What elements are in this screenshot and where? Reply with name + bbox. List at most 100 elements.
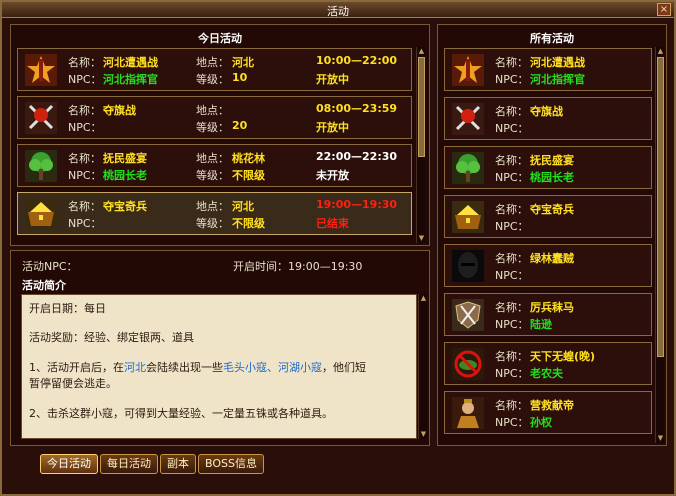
activity-name: 绿林蠢贼 [530,252,574,265]
desc-line-rule-2: 2、击杀这群小寇，可得到大量经验、一定量五铢或各种道具。 [29,407,333,420]
name-label: 名称： [495,56,528,69]
desc-line-rule-1b: 暂停留便会逃走。 [29,377,117,390]
desc-scrollbar[interactable]: ▲ ▼ [418,294,427,439]
place-label: 地点： [196,56,229,69]
scroll-up-icon[interactable]: ▲ [657,48,664,55]
all-activity-card[interactable]: 名称： 夺旗战 NPC： [444,97,652,140]
activity-name: 夺宝奇兵 [530,203,574,216]
all-activity-card[interactable]: 名称： 河北遭遇战 NPC： 河北指挥官 [444,48,652,91]
all-activity-card[interactable]: 名称： 营救献帝 NPC： 孙权 [444,391,652,434]
name-label: 名称： [495,399,528,412]
crossed-swords-icon [24,101,58,135]
npc-label: NPC： [495,73,529,86]
activity-time: 19:00—19:30 [316,198,398,211]
tree-icon [24,149,58,183]
activity-npc: 桃园长老 [103,169,147,182]
close-button[interactable]: × [657,3,671,16]
today-activity-card[interactable]: 名称： 河北遭遇战 NPC： 河北指挥官 地点： 河北 等级： 10 10:00—22:00 开放… [17,48,412,91]
npc-label: NPC： [68,73,102,86]
npc-label: NPC： [495,269,529,282]
today-scrollbar[interactable]: ▲ ▼ [416,47,425,243]
place-label: 地点： [196,152,229,165]
desc-text: 会陆续出现一些 [146,361,223,374]
activity-npc: 老农夫 [530,367,563,380]
scroll-up-icon[interactable]: ▲ [420,295,427,302]
scroll-down-icon[interactable]: ▼ [418,235,425,242]
scroll-up-icon[interactable]: ▲ [418,48,425,55]
npc-label: NPC： [495,416,529,429]
all-activity-card[interactable]: 名称： 夺宝奇兵 NPC： [444,195,652,238]
activity-name: 厉兵秣马 [530,301,574,314]
desc-line-date: 开启日期：每日 [29,302,106,315]
place-label: 地点： [196,200,229,213]
scroll-down-icon[interactable]: ▼ [420,431,427,438]
activity-status: 开放中 [316,121,349,134]
activity-window: 活动 × 今日活动 名称： 河北遭遇战 NPC： 河北指挥官 地点： 河北 等级： 10 10:… [0,0,676,496]
tab-boss-info[interactable]: BOSS信息 [198,454,264,474]
name-label: 名称： [68,56,101,69]
activity-detail-panel: 活动NPC： 开启时间：19:00—19:30 活动简介 开启日期：每日 活动奖… [10,250,430,446]
all-scrollbar[interactable]: ▲ ▼ [655,47,664,443]
npc-label: NPC： [68,121,102,134]
desc-text: 1、活动开启后，在 [29,361,124,374]
scroll-thumb[interactable] [657,57,664,357]
activity-level: 10 [232,71,248,84]
activity-time: 08:00—23:59 [316,102,398,115]
title-bar[interactable]: 活动 × [2,2,674,18]
activity-name: 河北遭遇战 [530,56,585,69]
monster-link[interactable]: 毛头小寇、河湖小寇 [223,361,322,374]
name-label: 名称： [495,252,528,265]
place-link[interactable]: 河北 [124,361,146,374]
name-label: 名称： [495,350,528,363]
treasure-chest-icon [451,200,485,234]
all-activity-card[interactable]: 名称： 厉兵秣马 NPC： 陆逊 [444,293,652,336]
activity-level: 20 [232,119,248,132]
shield-swords-icon [451,298,485,332]
name-label: 名称： [68,200,101,213]
tab-today-activities[interactable]: 今日活动 [40,454,98,474]
name-label: 名称： [495,105,528,118]
npc-label: NPC： [68,169,102,182]
activity-name: 夺宝奇兵 [103,200,147,213]
activity-name: 天下无蝗(晚) [530,350,596,363]
activity-name: 抚民盛宴 [530,154,574,167]
activity-name: 夺旗战 [530,105,563,118]
window-title: 活动 [327,5,349,18]
today-activity-card[interactable]: 名称： 夺旗战 NPC： 地点： 等级： 20 08:00—23:59 开放中 [17,96,412,139]
tab-daily-activities[interactable]: 每日活动 [100,454,158,474]
activity-level: 不限级 [232,217,265,230]
activity-name: 河北遭遇战 [103,56,158,69]
name-label: 名称： [68,152,101,165]
npc-label: NPC： [495,220,529,233]
level-label: 等级： [196,217,229,230]
level-label: 等级： [196,169,229,182]
npc-label: NPC： [495,367,529,380]
activity-time: 10:00—22:00 [316,54,398,67]
activity-name: 抚民盛宴 [103,152,147,165]
all-panel-title: 所有活动 [530,32,574,45]
activity-npc-label: 活动NPC： [22,260,78,273]
name-label: 名称： [68,104,101,117]
warrior-portrait-icon [451,396,485,430]
all-activity-card[interactable]: 名称： 天下无蝗(晚) NPC： 老农夫 [444,342,652,385]
desc-text: ，他们短 [322,361,366,374]
npc-label: NPC： [495,171,529,184]
all-activities-panel: 所有活动 名称： 河北遭遇战 NPC： 河北指挥官 名称： 夺旗战 NPC： 名称： 抚民盛宴 N… [437,24,667,446]
today-activity-card[interactable]: 名称： 夺宝奇兵 NPC： 地点： 河北 等级： 不限级 19:00—19:30 已结束 [17,192,412,235]
scroll-down-icon[interactable]: ▼ [657,435,664,442]
npc-label: NPC： [495,122,529,135]
name-label: 名称： [495,301,528,314]
activity-npc: 河北指挥官 [103,73,158,86]
name-label: 名称： [495,203,528,216]
activity-place: 河北 [232,200,254,213]
tab-dungeon[interactable]: 副本 [160,454,196,474]
scroll-thumb[interactable] [418,57,425,157]
crossed-swords-icon [451,102,485,136]
activity-status: 开放中 [316,73,349,86]
all-activity-card[interactable]: 名称： 绿林蠢贼 NPC： [444,244,652,287]
activity-place: 河北 [232,56,254,69]
treasure-chest-icon [24,197,58,231]
today-activity-card[interactable]: 名称： 抚民盛宴 NPC： 桃园长老 地点： 桃花林 等级： 不限级 22:00—22:30 未开… [17,144,412,187]
activity-npc: 陆逊 [530,318,552,331]
all-activity-card[interactable]: 名称： 抚民盛宴 NPC： 桃园长老 [444,146,652,189]
